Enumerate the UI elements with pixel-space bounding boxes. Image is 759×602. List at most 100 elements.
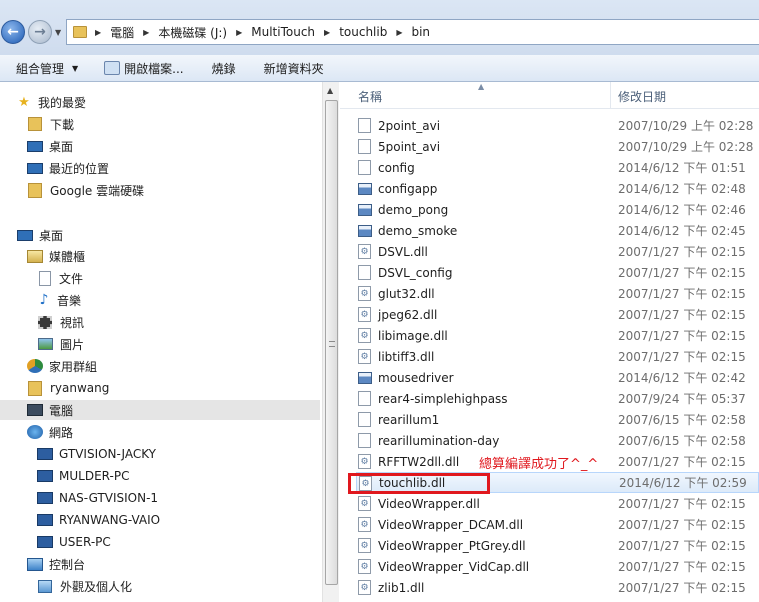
file-row[interactable]: rearillum1 2007/6/15 下午 02:58: [356, 409, 759, 430]
file-row[interactable]: ⚙ VideoWrapper_PtGrey.dll 2007/1/27 下午 02:…: [356, 535, 759, 556]
column-divider[interactable]: [610, 82, 611, 109]
address-bar[interactable]: ▶ 電腦 ▶ 本機磁碟 (J:) ▶ MultiTouch ▶ touchlib…: [66, 19, 759, 45]
file-date: 2007/1/27 下午 02:15: [618, 539, 746, 553]
picture-icon: [38, 338, 53, 350]
back-button[interactable]: ←: [1, 20, 25, 44]
file-row[interactable]: 5point_avi 2007/10/29 上午 02:28: [356, 136, 759, 157]
nav-music[interactable]: ♪ 音樂: [37, 290, 81, 310]
nav-host-label: USER-PC: [59, 535, 111, 549]
nav-host[interactable]: NAS-GTVISION-1: [37, 488, 158, 508]
nav-documents[interactable]: 文件: [39, 268, 83, 288]
scroll-up-icon[interactable]: ▲: [327, 86, 333, 95]
network-computer-icon: [37, 470, 53, 482]
nav-google-drive[interactable]: Google 雲端硬碟: [28, 180, 144, 200]
nav-host[interactable]: USER-PC: [37, 532, 111, 552]
file-name: VideoWrapper_VidCap.dll: [378, 559, 530, 574]
file-name: demo_smoke: [378, 223, 458, 238]
music-note-icon: ♪: [39, 292, 49, 308]
nav-network-label: 網路: [49, 425, 74, 440]
chevron-right-icon[interactable]: ▶: [143, 28, 149, 37]
network-computer-icon: [37, 536, 53, 548]
dll-file-icon: ⚙: [358, 328, 371, 343]
file-icon: [358, 118, 371, 133]
navigation-scrollbar[interactable]: ▲: [322, 82, 339, 602]
file-name: rear4-simplehighpass: [378, 391, 508, 406]
nav-host[interactable]: MULDER-PC: [37, 466, 129, 486]
appearance-icon: [38, 579, 52, 593]
file-date: 2014/6/12 下午 01:51: [618, 161, 746, 175]
file-row[interactable]: ⚙ DSVL.dll 2007/1/27 下午 02:15: [356, 241, 759, 262]
file-date: 2007/1/27 下午 02:15: [618, 497, 746, 511]
file-row[interactable]: ⚙ VideoWrapper_DCAM.dll 2007/1/27 下午 02:15: [356, 514, 759, 535]
chevron-right-icon[interactable]: ▶: [396, 28, 402, 37]
file-row[interactable]: ⚙ libimage.dll 2007/1/27 下午 02:15: [356, 325, 759, 346]
desktop-icon: [27, 140, 43, 152]
dll-file-icon: ⚙: [358, 580, 371, 595]
nav-host-label: GTVISION-JACKY: [59, 447, 157, 461]
nav-pictures[interactable]: 圖片: [38, 334, 84, 354]
nav-appearance[interactable]: 外觀及個人化: [38, 576, 132, 596]
nav-libraries[interactable]: 媒體櫃: [27, 246, 85, 266]
breadcrumb-drive[interactable]: 本機磁碟 (J:): [158, 24, 227, 41]
file-name: VideoWrapper_PtGrey.dll: [378, 538, 526, 553]
breadcrumb-touchlib[interactable]: touchlib: [339, 25, 387, 39]
nav-downloads[interactable]: 下載: [28, 114, 74, 134]
breadcrumb-bin[interactable]: bin: [411, 25, 430, 39]
file-row[interactable]: config 2014/6/12 下午 01:51: [356, 157, 759, 178]
column-date-header[interactable]: 修改日期: [618, 88, 666, 105]
burn-button[interactable]: 燒錄: [192, 55, 244, 82]
nav-computer[interactable]: 電腦: [0, 400, 320, 420]
open-button[interactable]: 開啟檔案...: [86, 55, 191, 82]
new-folder-label: 新增資料夾: [263, 61, 324, 76]
file-row[interactable]: 2point_avi 2007/10/29 上午 02:28: [356, 115, 759, 136]
forward-button[interactable]: →: [28, 20, 52, 44]
file-name: zlib1.dll: [378, 580, 425, 595]
nav-favorites[interactable]: ★ 我的最愛: [16, 92, 86, 112]
nav-control-panel[interactable]: 控制台: [27, 554, 85, 574]
dll-file-icon: ⚙: [358, 244, 371, 259]
nav-host-label: NAS-GTVISION-1: [59, 491, 159, 505]
nav-homegroup[interactable]: 家用群組: [27, 356, 97, 376]
new-folder-button[interactable]: 新增資料夾: [244, 55, 332, 82]
breadcrumb-multitouch[interactable]: MultiTouch: [251, 25, 315, 39]
file-row[interactable]: ⚙ glut32.dll 2007/1/27 下午 02:15: [356, 283, 759, 304]
nav-videos[interactable]: 視訊: [38, 312, 84, 332]
nav-network[interactable]: 網路: [27, 422, 73, 442]
chevron-right-icon[interactable]: ▶: [324, 28, 330, 37]
chevron-right-icon[interactable]: ▶: [95, 28, 101, 37]
recent-pages-dropdown-icon[interactable]: ▼: [55, 28, 61, 37]
file-list-pane: ▲ 名稱 修改日期 2point_avi 2007/10/29 上午 02:28 5…: [340, 82, 759, 602]
file-row[interactable]: rearillumination-day 2007/6/15 下午 02:58: [356, 430, 759, 451]
nav-user-folder[interactable]: ryanwang: [28, 378, 109, 398]
dll-file-icon: ⚙: [358, 349, 371, 364]
nav-music-label: 音樂: [57, 293, 82, 308]
file-row[interactable]: configapp 2014/6/12 下午 02:48: [356, 178, 759, 199]
file-date: 2007/1/27 下午 02:15: [618, 308, 746, 322]
scrollbar-thumb[interactable]: [325, 100, 338, 585]
file-row[interactable]: demo_smoke 2014/6/12 下午 02:45: [356, 220, 759, 241]
file-row[interactable]: ⚙ libtiff3.dll 2007/1/27 下午 02:15: [356, 346, 759, 367]
nav-host[interactable]: RYANWANG-VAIO: [37, 510, 160, 530]
chevron-right-icon[interactable]: ▶: [236, 28, 242, 37]
nav-favorites-label: 我的最愛: [38, 95, 87, 110]
organize-button[interactable]: 組合管理 ▼: [0, 55, 86, 82]
nav-desktop-favorite[interactable]: 桌面: [27, 136, 73, 156]
user-folder-icon: [28, 380, 42, 396]
breadcrumb-computer[interactable]: 電腦: [110, 24, 134, 41]
file-row[interactable]: ⚙ VideoWrapper_VidCap.dll 2007/1/27 下午 02:…: [356, 556, 759, 577]
file-date: 2007/1/27 下午 02:15: [618, 581, 746, 595]
file-row[interactable]: ⚙ VideoWrapper.dll 2007/1/27 下午 02:15: [356, 493, 759, 514]
file-row[interactable]: ⚙ jpeg62.dll 2007/1/27 下午 02:15: [356, 304, 759, 325]
nav-google-drive-label: Google 雲端硬碟: [50, 183, 145, 198]
file-row[interactable]: rear4-simplehighpass 2007/9/24 下午 05:37: [356, 388, 759, 409]
file-row[interactable]: mousedriver 2014/6/12 下午 02:42: [356, 367, 759, 388]
nav-recent-places[interactable]: 最近的位置: [27, 158, 109, 178]
file-icon: [358, 433, 371, 448]
forward-arrow-icon: →: [34, 24, 46, 40]
file-row[interactable]: DSVL_config 2007/1/27 下午 02:15: [356, 262, 759, 283]
file-row[interactable]: ⚙ zlib1.dll 2007/1/27 下午 02:15: [356, 577, 759, 598]
nav-host[interactable]: GTVISION-JACKY: [37, 444, 156, 464]
column-name-header[interactable]: 名稱: [358, 88, 382, 105]
nav-desktop[interactable]: 桌面: [17, 225, 63, 245]
file-row[interactable]: demo_pong 2014/6/12 下午 02:46: [356, 199, 759, 220]
